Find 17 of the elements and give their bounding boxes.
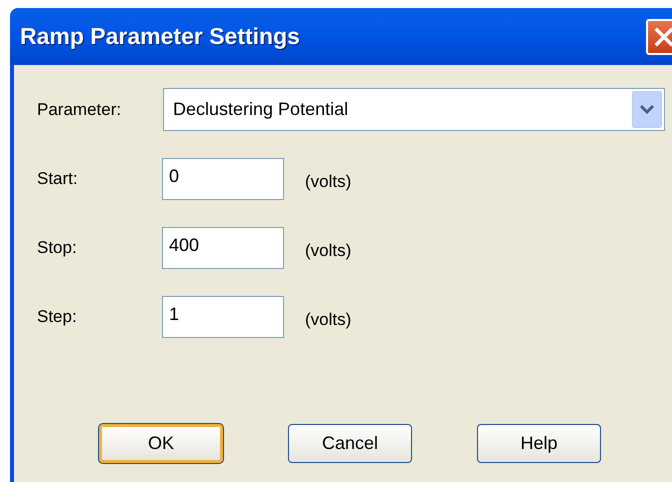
unit-label: (volts): [305, 240, 352, 262]
field-label: Stop:: [37, 237, 78, 260]
close-icon: [654, 26, 672, 46]
unit-label: (volts): [305, 171, 352, 194]
dialog-button[interactable]: OK: [99, 424, 223, 463]
input-field[interactable]: 1: [162, 296, 284, 338]
window-title: Ramp Parameter Settings: [20, 22, 300, 52]
field-label: Start:: [37, 168, 79, 190]
unit-label: (volts): [305, 309, 352, 332]
input-field[interactable]: 400: [162, 227, 284, 269]
dialog-button[interactable]: Cancel: [288, 424, 412, 463]
input-field[interactable]: 0: [162, 158, 284, 200]
dialog-button[interactable]: Help: [477, 424, 601, 463]
field-label: Step:: [37, 306, 78, 328]
field-label: Parameter:: [37, 98, 122, 121]
close-button[interactable]: [646, 18, 672, 54]
parameter-dropdown[interactable]: Declustering Potential: [163, 88, 665, 131]
